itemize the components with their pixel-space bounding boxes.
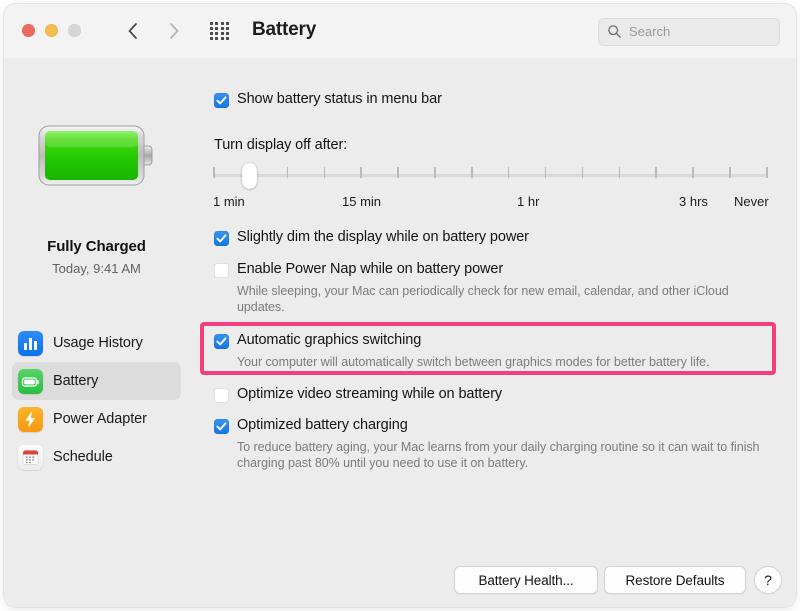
checkmark-icon (216, 337, 227, 346)
main-content: Show battery status in menu bar Turn dis… (189, 58, 796, 607)
slider-label-never: Never (734, 194, 769, 209)
turn-display-off-label: Turn display off after: (214, 137, 348, 153)
chevron-right-icon (170, 23, 179, 39)
slider-tick (729, 167, 731, 178)
slider-tick (692, 167, 694, 178)
show-battery-status-checkbox[interactable] (214, 93, 229, 108)
restore-defaults-button[interactable]: Restore Defaults (604, 566, 746, 594)
slider-tick (360, 167, 362, 178)
slider-thumb[interactable] (242, 163, 258, 189)
slider-tick (213, 167, 215, 178)
sidebar-item-battery[interactable]: Battery (12, 362, 181, 400)
slider-tick (471, 167, 473, 178)
enable-power-nap-checkbox[interactable] (214, 263, 229, 278)
checkmark-icon (216, 422, 227, 431)
slider-tick (434, 167, 436, 178)
search-input-placeholder: Search (629, 24, 671, 39)
slider-label-3hrs: 3 hrs (679, 194, 708, 209)
sidebar-list: Usage History Battery Power Adapter Sche… (4, 324, 189, 476)
bar-chart-icon (18, 330, 43, 356)
display-sleep-slider[interactable] (213, 163, 768, 189)
battery-timestamp: Today, 9:41 AM (52, 261, 141, 276)
optimized-battery-charging-label: Optimized battery charging (237, 417, 408, 433)
minimize-window-button[interactable] (45, 24, 58, 37)
lightning-bolt-icon (18, 406, 43, 432)
sidebar-item-label: Power Adapter (53, 411, 147, 427)
slightly-dim-display-checkbox[interactable] (214, 231, 229, 246)
show-all-preferences-icon[interactable] (210, 22, 230, 40)
automatic-graphics-switching-label: Automatic graphics switching (237, 332, 422, 348)
slider-tick (397, 167, 399, 178)
search-icon (608, 25, 621, 38)
checkmark-icon (216, 96, 227, 105)
slider-tick (766, 167, 768, 178)
sidebar: Fully Charged Today, 9:41 AM Usage Histo… (4, 58, 190, 607)
search-field[interactable]: Search (598, 18, 780, 46)
slider-label-min: 1 min (213, 194, 245, 209)
zoom-window-button (68, 24, 81, 37)
battery-health-button[interactable]: Battery Health... (454, 566, 598, 594)
optimized-battery-charging-description: To reduce battery aging, your Mac learns… (237, 440, 760, 470)
slider-label-15min: 15 min (342, 194, 382, 209)
slider-tick (286, 167, 289, 178)
slider-label-1hr: 1 hr (517, 194, 540, 209)
sidebar-item-usage-history[interactable]: Usage History (12, 324, 181, 362)
sidebar-item-power-adapter[interactable]: Power Adapter (12, 400, 181, 438)
automatic-graphics-switching-description: Your computer will automatically switch … (237, 355, 710, 369)
slider-tick (323, 167, 326, 178)
slider-tick (544, 167, 547, 178)
checkmark-icon (216, 234, 227, 243)
back-button[interactable] (120, 18, 146, 44)
slider-tick (581, 167, 584, 178)
slightly-dim-display-label: Slightly dim the display while on batter… (237, 229, 529, 245)
enable-power-nap-description: While sleeping, your Mac can periodicall… (237, 284, 729, 314)
optimize-video-streaming-checkbox[interactable] (214, 388, 229, 403)
sidebar-item-label: Schedule (53, 449, 113, 465)
battery-full-icon (38, 125, 153, 186)
battery-status-text: Fully Charged (47, 238, 146, 255)
forward-button[interactable] (161, 18, 187, 44)
help-button[interactable]: ? (754, 566, 782, 594)
enable-power-nap-label: Enable Power Nap while on battery power (237, 261, 504, 277)
slider-tick (618, 167, 621, 178)
slider-track (213, 174, 766, 177)
sidebar-item-label: Battery (53, 373, 99, 389)
page-title: Battery (252, 19, 317, 40)
calendar-icon (18, 444, 43, 470)
battery-icon (18, 368, 43, 394)
slider-tick (655, 167, 657, 178)
sidebar-item-label: Usage History (53, 335, 143, 351)
automatic-graphics-switching-checkbox[interactable] (214, 334, 229, 349)
optimize-video-streaming-label: Optimize video streaming while on batter… (237, 386, 503, 402)
close-window-button[interactable] (22, 24, 35, 37)
window-titlebar: Battery Search (4, 4, 796, 59)
show-battery-status-label: Show battery status in menu bar (237, 91, 442, 107)
chevron-left-icon (128, 23, 137, 39)
sidebar-item-schedule[interactable]: Schedule (12, 438, 181, 476)
optimized-battery-charging-checkbox[interactable] (214, 419, 229, 434)
slider-tick (507, 167, 510, 178)
system-preferences-window: Battery Search Fully Charged Today, 9:41… (4, 4, 796, 607)
